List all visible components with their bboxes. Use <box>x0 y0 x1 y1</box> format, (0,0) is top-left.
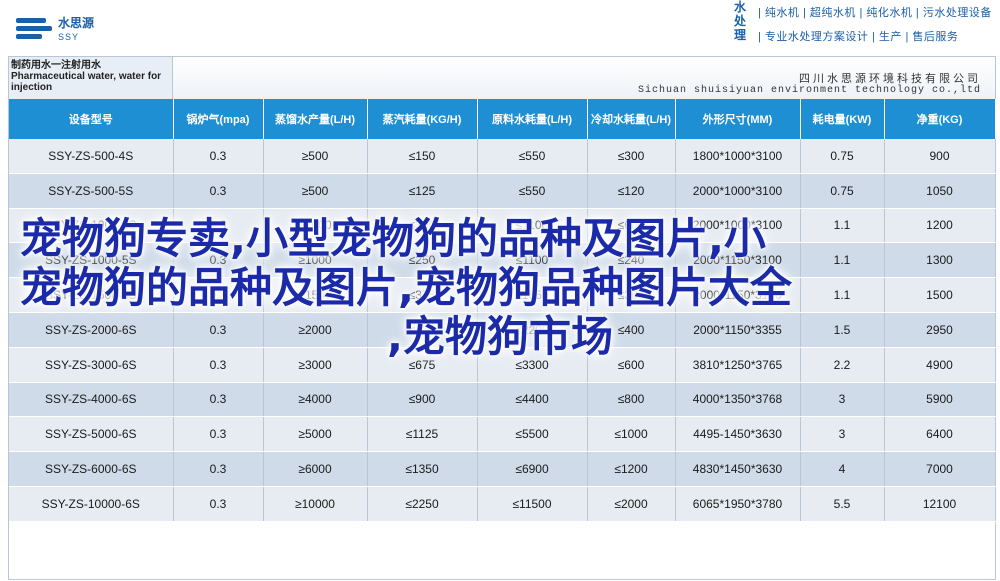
table-row: SSY-ZS-4000-6S 0.3 ≥4000 ≤900 ≤4400 ≤800 4000*… <box>9 382 996 418</box>
spec-cell: 4000*1350*3768 <box>675 382 801 418</box>
spec-cell: 0.3 <box>173 139 264 174</box>
spec-cell: 0.3 <box>173 486 264 522</box>
logo-text: 水思源 <box>58 16 95 30</box>
sheet-title-row: 制药用水一注射用水 Pharmaceutical water, water fo… <box>9 57 995 99</box>
brand-line-services: | 专业水处理方案设计 | 生产 | 售后服务 <box>758 31 959 43</box>
column-header: 原料水耗量(L/H) <box>477 99 588 139</box>
model-cell: SSY-ZS-4000-6S <box>9 382 174 418</box>
spec-cell: ≤300 <box>587 139 676 174</box>
table-row: SSY-ZS-6000-6S 0.3 ≥6000 ≤1350 ≤6900 ≤1200 483… <box>9 451 996 487</box>
spec-cell: ≤150 <box>367 139 478 174</box>
table-row: SSY-ZS-500-4S 0.3 ≥500 ≤150 ≤550 ≤300 1800*100… <box>9 139 996 174</box>
spec-cell: ≤550 <box>477 139 588 174</box>
spec-cell: 4830*1450*3630 <box>675 451 801 487</box>
spec-cell: 12100 <box>884 486 996 522</box>
model-cell: SSY-ZS-5000-6S <box>9 416 174 453</box>
spec-cell: 900 <box>884 139 996 174</box>
model-cell: SSY-ZS-6000-6S <box>9 451 174 487</box>
spec-cell: ≤5500 <box>477 416 588 453</box>
spec-cell: ≥10000 <box>263 486 368 522</box>
spec-cell: ≥500 <box>263 139 368 174</box>
spec-cell: ≤900 <box>367 382 478 418</box>
spec-cell: 0.75 <box>800 139 885 174</box>
spec-cell: ≥500 <box>263 173 368 209</box>
spec-cell: 2000*1000*3100 <box>675 173 801 209</box>
spec-cell: 4 <box>800 451 885 487</box>
column-header: 蒸馏水产量(L/H) <box>263 99 368 139</box>
spec-cell: ≤1000 <box>587 416 676 453</box>
spec-cell: ≥6000 <box>263 451 368 487</box>
spec-cell: 6065*1950*3780 <box>675 486 801 522</box>
spec-cell: 3 <box>800 382 885 418</box>
headline-line-3: ,宠物狗市场 <box>387 312 613 361</box>
spec-cell: ≤125 <box>367 173 478 209</box>
company-name-en: Sichuan shuisiyuan environment technolog… <box>637 85 981 96</box>
column-header: 设备型号 <box>9 99 174 139</box>
spec-cell: 4495-1450*3630 <box>675 416 801 453</box>
sheet-title: 制药用水一注射用水 Pharmaceutical water, water fo… <box>9 57 173 99</box>
spec-cell: ≥4000 <box>263 382 368 418</box>
spec-cell: 5900 <box>884 382 996 418</box>
spec-cell: 0.3 <box>173 416 264 453</box>
overlay-headline: 宠物狗专卖,小型宠物狗的品种及图片,小 宠物狗的品种及图片,宠物狗品种图片大全 … <box>20 214 980 361</box>
table-row: SSY-ZS-10000-6S 0.3 ≥10000 ≤2250 ≤11500 ≤2000… <box>9 486 996 522</box>
spec-cell: ≤120 <box>587 173 676 209</box>
spec-cell: 0.3 <box>173 173 264 209</box>
brand-tagline: 水 处 理 | 纯水机 | 超纯水机 | 纯化水机 | 污水处理设备 | 专业水… <box>730 0 992 48</box>
column-header: 冷却水耗量(L/H) <box>587 99 676 139</box>
column-header: 外形尺寸(MM) <box>675 99 801 139</box>
headline-line-1: 宠物狗专卖,小型宠物狗的品种及图片,小 <box>20 214 766 263</box>
spec-cell: ≤1125 <box>367 416 478 453</box>
logo-subtext: SSY <box>58 32 80 42</box>
model-cell: SSY-ZS-500-5S <box>9 173 174 209</box>
spec-cell: ≥5000 <box>263 416 368 453</box>
spec-cell: ≤1200 <box>587 451 676 487</box>
company-name-cn: 四川水思源环境科技有限公司 <box>799 73 981 85</box>
spec-cell: 3 <box>800 416 885 453</box>
column-header: 蒸汽耗量(KG/H) <box>367 99 478 139</box>
column-header: 净重(KG) <box>884 99 996 139</box>
spec-cell: ≤800 <box>587 382 676 418</box>
spec-cell: ≤550 <box>477 173 588 209</box>
spec-cell: ≤11500 <box>477 486 588 522</box>
table-row: SSY-ZS-500-5S 0.3 ≥500 ≤125 ≤550 ≤120 2000*100… <box>9 173 996 209</box>
model-cell: SSY-ZS-500-4S <box>9 139 174 174</box>
spec-cell: ≤2250 <box>367 486 478 522</box>
spec-cell: ≤6900 <box>477 451 588 487</box>
spec-cell: 7000 <box>884 451 996 487</box>
spec-cell: 6400 <box>884 416 996 453</box>
spec-cell: 0.75 <box>800 173 885 209</box>
table-row: SSY-ZS-5000-6S 0.3 ≥5000 ≤1125 ≤5500 ≤1000 449… <box>9 416 996 453</box>
table-header-row: 设备型号 锅炉气(mpa) 蒸馏水产量(L/H) 蒸汽耗量(KG/H) 原料水耗… <box>9 99 996 139</box>
headline-line-2: 宠物狗的品种及图片,宠物狗品种图片大全 <box>20 263 792 312</box>
spec-cell: ≤1350 <box>367 451 478 487</box>
spec-cell: 5.5 <box>800 486 885 522</box>
column-header: 耗电量(KW) <box>800 99 885 139</box>
spec-cell: ≤2000 <box>587 486 676 522</box>
spec-cell: 1800*1000*3100 <box>675 139 801 174</box>
water-drop-icon <box>14 12 54 46</box>
spec-cell: 1050 <box>884 173 996 209</box>
spec-cell: 0.3 <box>173 451 264 487</box>
company-logo: 水思源 SSY <box>14 12 134 52</box>
spec-cell: ≤4400 <box>477 382 588 418</box>
company-banner: 四川水思源环境科技有限公司 Sichuan shuisiyuan environ… <box>173 57 995 99</box>
brand-line-products: | 纯水机 | 超纯水机 | 纯化水机 | 污水处理设备 <box>758 7 992 19</box>
column-header: 锅炉气(mpa) <box>173 99 264 139</box>
spec-cell: 0.3 <box>173 382 264 418</box>
model-cell: SSY-ZS-10000-6S <box>9 486 174 522</box>
brand-vertical-text: 水 处 理 <box>733 0 746 42</box>
